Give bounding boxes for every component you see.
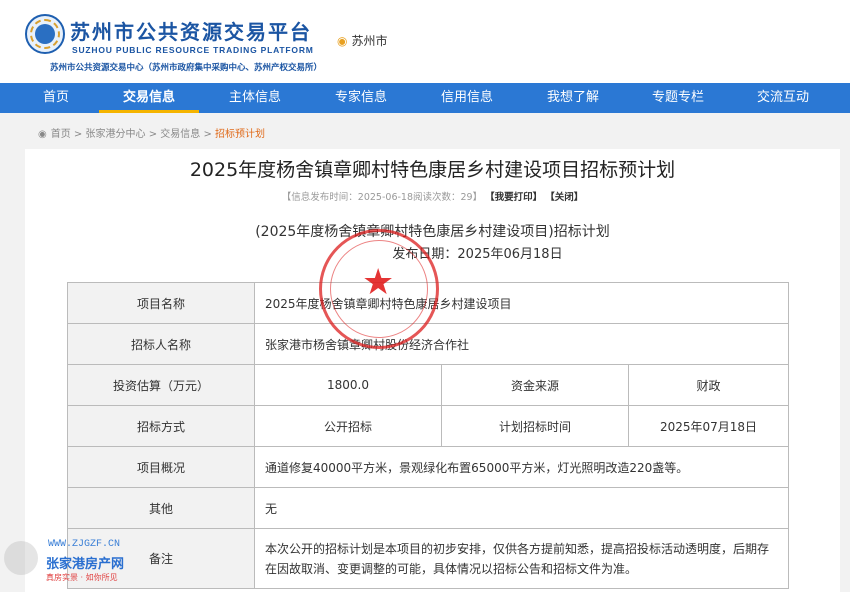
site-logo-icon[interactable] [25,14,65,54]
nav-item-learn[interactable]: 我想了解 [523,83,623,113]
table-row: 备注 本次公开的招标计划是本项目的初步安排，仅供各方提前知悉，提高招投标活动透明… [67,528,789,589]
print-link[interactable]: 【我要打印】 [485,192,542,203]
watermark-url: WWW.ZJGZF.CN [48,539,121,550]
location-pin-icon: ◉ [337,34,348,48]
breadcrumb: ◉ 首页 > 张家港分中心 > 交易信息 > 招标预计划 [38,129,266,140]
breadcrumb-home[interactable]: 首页 [51,129,71,140]
publish-info: 【信息发布时间：2025-06-18阅读次数：29】 [281,192,483,203]
close-link[interactable]: 【关闭】 [545,192,583,203]
method-label: 招标方式 [67,405,255,447]
official-seal-icon: ★ [319,229,439,349]
table-row: 其他 无 [67,487,789,529]
article-meta: 【信息发布时间：2025-06-18阅读次数：29】 【我要打印】 【关闭】 [25,189,840,203]
table-row: 投资估算（万元） 1800.0 资金来源 财政 [67,364,789,406]
project-name-label: 项目名称 [67,282,255,324]
overview-label: 项目概况 [67,446,255,488]
watermark: WWW.ZJGZF.CN 张家港房产网 真房实景 · 如你所见 [0,535,160,592]
table-row: 项目概况 通道修复40000平方米，景观绿化布置65000平方米，灯光照明改造2… [67,446,789,488]
plan-time-label: 计划招标时间 [441,405,629,447]
nav-item-home[interactable]: 首页 [6,83,106,113]
main-nav: 首页 交易信息 主体信息 专家信息 信用信息 我想了解 专题专栏 交流互动 [0,83,850,113]
breadcrumb-pin-icon: ◉ [38,129,47,140]
table-row: 招标方式 公开招标 计划招标时间 2025年07月18日 [67,405,789,447]
plan-table: 项目名称 2025年度杨舍镇章卿村特色康居乡村建设项目 招标人名称 张家港市杨舍… [67,282,789,589]
tenderer-label: 招标人名称 [67,323,255,365]
breadcrumb-current[interactable]: 招标预计划 [215,129,265,140]
plan-subtitle: (2025年度杨舍镇章卿村特色康居乡村建设项目)招标计划 [255,224,610,240]
breadcrumb-branch[interactable]: 张家港分中心 [86,129,146,140]
article-panel: 2025年度杨舍镇章卿村特色康居乡村建设项目招标预计划 【信息发布时间：2025… [25,149,840,592]
fund-source-label: 资金来源 [441,364,629,406]
site-title-en: SUZHOU PUBLIC RESOURCE TRADING PLATFORM [72,45,314,55]
nav-item-credit[interactable]: 信用信息 [417,83,517,113]
publish-date: 发布日期：2025年06月18日 [392,247,563,262]
other-label: 其他 [67,487,255,529]
nav-item-interaction[interactable]: 交流互动 [733,83,833,113]
watermark-name: 张家港房产网 [46,557,125,572]
investment-label: 投资估算（万元） [67,364,255,406]
table-row: 招标人名称 张家港市杨舍镇章卿村股份经济合作社 [67,323,789,365]
watermark-logo-icon [4,541,38,575]
nav-item-topics[interactable]: 专题专栏 [628,83,728,113]
plan-time-value: 2025年07月18日 [628,405,789,447]
site-header: 苏州市公共资源交易平台 SUZHOU PUBLIC RESOURCE TRADI… [0,0,850,83]
site-subtitle: 苏州市公共资源交易中心（苏州市政府集中采购中心、苏州产权交易所） [50,63,323,73]
investment-value: 1800.0 [254,364,442,406]
nav-item-trading[interactable]: 交易信息 [99,83,199,113]
remark-value: 本次公开的招标计划是本项目的初步安排，仅供各方提前知悉，提高招投标活动透明度，后… [254,528,789,589]
other-value: 无 [254,487,789,529]
nav-item-experts[interactable]: 专家信息 [311,83,411,113]
location-selector[interactable]: ◉ 苏州市 [337,32,388,49]
breadcrumb-trading[interactable]: 交易信息 [160,129,200,140]
fund-source-value: 财政 [628,364,789,406]
watermark-slogan: 真房实景 · 如你所见 [46,573,118,582]
nav-item-entities[interactable]: 主体信息 [205,83,305,113]
overview-value: 通道修复40000平方米，景观绿化布置65000平方米，灯光照明改造220盏等。 [254,446,789,488]
method-value: 公开招标 [254,405,442,447]
article-title: 2025年度杨舍镇章卿村特色康居乡村建设项目招标预计划 [189,159,676,181]
site-title[interactable]: 苏州市公共资源交易平台 [70,16,312,45]
location-label: 苏州市 [351,34,388,48]
